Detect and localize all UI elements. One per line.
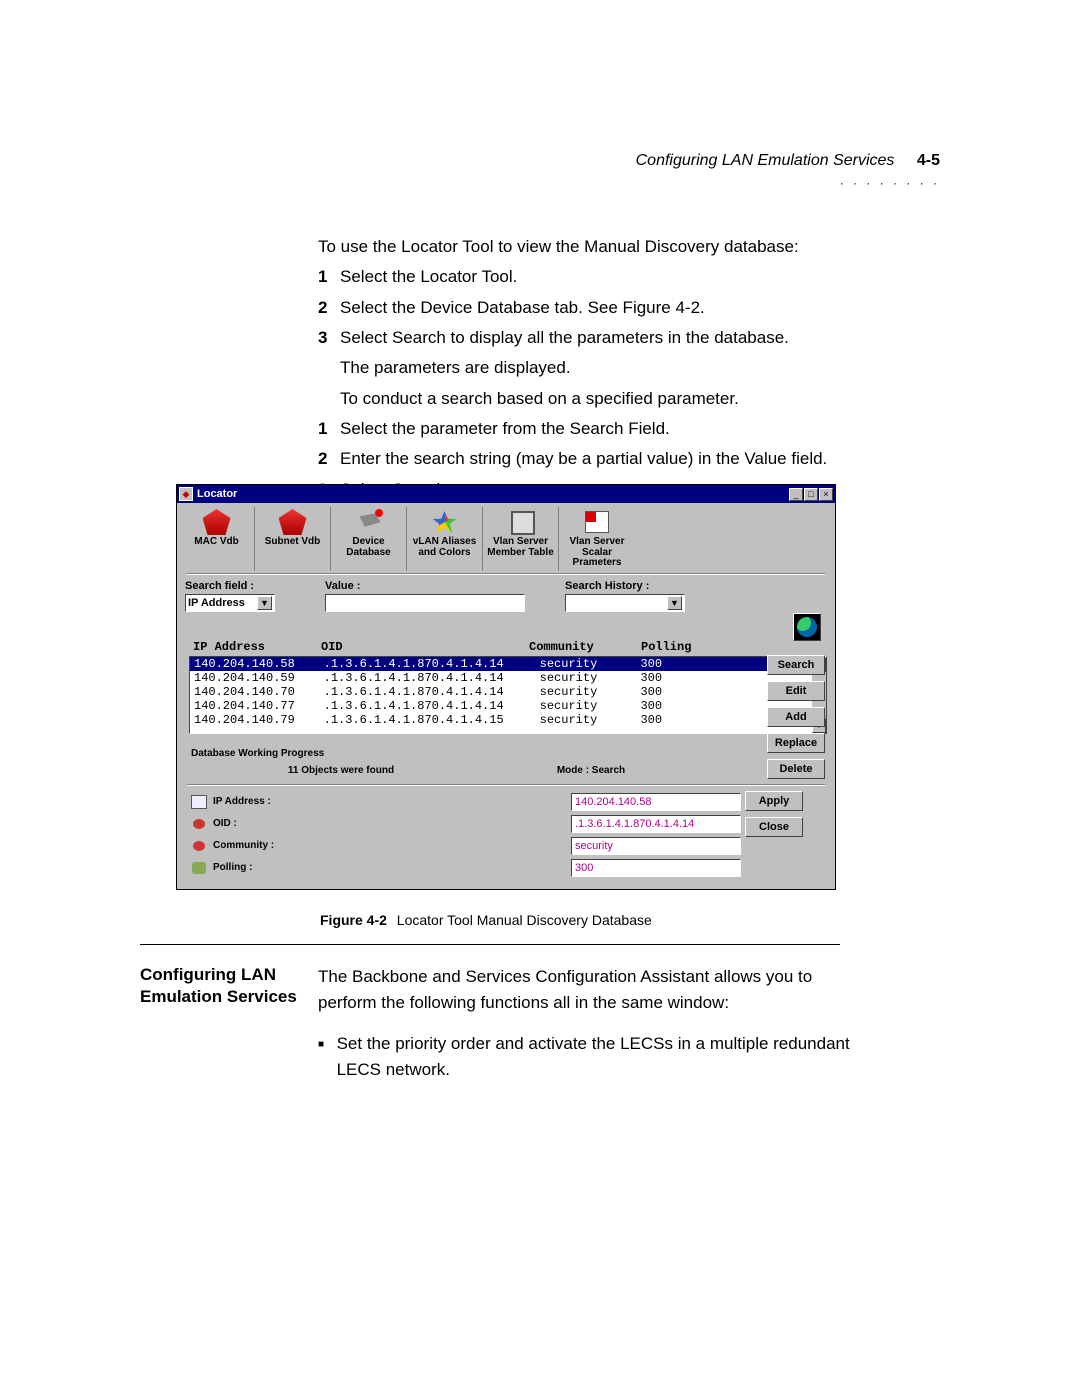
ip-value[interactable]: 140.204.140.58 bbox=[571, 793, 741, 811]
vlan-scalar-icon bbox=[583, 509, 611, 535]
mac-vdb-icon bbox=[203, 509, 231, 535]
polling-icon bbox=[191, 861, 207, 875]
titlebar[interactable]: ◆ Locator _ □ × bbox=[177, 485, 835, 503]
ip-icon bbox=[191, 795, 207, 809]
section-para: The Backbone and Services Configuration … bbox=[318, 964, 870, 1017]
tab-subnet-vdb[interactable]: Subnet Vdb bbox=[255, 507, 331, 571]
maximize-button[interactable]: □ bbox=[804, 488, 818, 501]
tab-vlan-member[interactable]: Vlan Server Member Table bbox=[483, 507, 559, 571]
subnet-vdb-icon bbox=[279, 509, 307, 535]
vlan-member-icon bbox=[507, 509, 535, 535]
running-header: Configuring LAN Emulation Services 4-5 bbox=[140, 152, 940, 170]
search-field-label: Search field : bbox=[185, 580, 305, 592]
bullet-item: Set the priority order and activate the … bbox=[318, 1031, 870, 1084]
polling-value[interactable]: 300 bbox=[571, 859, 741, 877]
locator-window: ◆ Locator _ □ × MAC Vdb Subnet Vdb Devic… bbox=[176, 484, 836, 890]
search-field-combo[interactable]: IP Address ▼ bbox=[185, 594, 275, 612]
value-label: Value : bbox=[325, 580, 535, 592]
oid-value[interactable]: .1.3.6.1.4.1.870.4.1.4.14 bbox=[571, 815, 741, 833]
section-divider bbox=[140, 944, 840, 945]
chapter-title: Configuring LAN Emulation Services bbox=[636, 152, 895, 169]
delete-button[interactable]: Delete bbox=[767, 759, 825, 779]
side-buttons: Search Edit Add Replace Delete bbox=[767, 655, 825, 779]
page-number: 4-5 bbox=[917, 152, 940, 169]
steps-a: 1Select the Locator Tool. 2Select the De… bbox=[318, 264, 940, 351]
search-row: Search field : IP Address ▼ Value : Sear… bbox=[177, 574, 835, 616]
apply-button[interactable]: Apply bbox=[745, 791, 803, 811]
close-button[interactable]: × bbox=[819, 488, 833, 501]
tab-vlan-scalar[interactable]: Vlan Server Scalar Prameters bbox=[559, 507, 635, 571]
figure-caption: Figure 4-2 Locator Tool Manual Discovery… bbox=[320, 912, 652, 928]
table-row[interactable]: 140.204.140.59 .1.3.6.1.4.1.870.4.1.4.14… bbox=[190, 671, 810, 685]
page-content: Configuring LAN Emulation Services 4-5 ·… bbox=[140, 152, 940, 507]
table-row[interactable]: 140.204.140.79 .1.3.6.1.4.1.870.4.1.4.15… bbox=[190, 713, 810, 727]
device-database-icon bbox=[355, 509, 383, 535]
window-title: Locator bbox=[197, 488, 789, 500]
database-working-progress-label: Database Working Progress bbox=[177, 734, 835, 761]
configuring-lan-section: Configuring LAN Emulation Services The B… bbox=[140, 964, 870, 1083]
mode-text: Mode : Search bbox=[491, 765, 691, 776]
app-icon: ◆ bbox=[179, 487, 193, 501]
add-button[interactable]: Add bbox=[767, 707, 825, 727]
toolbar: MAC Vdb Subnet Vdb Device Database vLAN … bbox=[177, 503, 835, 573]
vlan-aliases-icon bbox=[431, 509, 459, 535]
results-list[interactable]: 140.204.140.58 .1.3.6.1.4.1.870.4.1.4.14… bbox=[189, 656, 811, 734]
table-row[interactable]: 140.204.140.58 .1.3.6.1.4.1.870.4.1.4.14… bbox=[190, 657, 810, 671]
tab-vlan-aliases[interactable]: vLAN Aliases and Colors bbox=[407, 507, 483, 571]
community-value[interactable]: security bbox=[571, 837, 741, 855]
value-input[interactable] bbox=[325, 594, 525, 612]
detail-panel: IP Address : OID : Community : Polling :… bbox=[177, 785, 835, 889]
close-detail-button[interactable]: Close bbox=[745, 817, 803, 837]
community-icon bbox=[191, 839, 207, 853]
table-row[interactable]: 140.204.140.70 .1.3.6.1.4.1.870.4.1.4.14… bbox=[190, 685, 810, 699]
history-label: Search History : bbox=[565, 580, 695, 592]
bullet-icon bbox=[318, 1031, 337, 1084]
section-title: Configuring LAN Emulation Services bbox=[140, 964, 318, 1083]
search-button[interactable]: Search bbox=[767, 655, 825, 675]
globe-icon[interactable] bbox=[793, 613, 821, 641]
oid-icon bbox=[191, 817, 207, 831]
search-history-combo[interactable]: ▼ bbox=[565, 594, 685, 612]
chevron-down-icon[interactable]: ▼ bbox=[667, 596, 682, 610]
chevron-down-icon[interactable]: ▼ bbox=[257, 596, 272, 610]
tab-device-database[interactable]: Device Database bbox=[331, 507, 407, 571]
table-row[interactable]: 140.204.140.77 .1.3.6.1.4.1.870.4.1.4.14… bbox=[190, 699, 810, 713]
list-headers: IP Address OID Community Polling bbox=[177, 616, 835, 656]
intro-line: To use the Locator Tool to view the Manu… bbox=[318, 234, 940, 260]
tab-mac-vdb[interactable]: MAC Vdb bbox=[179, 507, 255, 571]
header-dots: · · · · · · · · bbox=[140, 176, 940, 190]
replace-button[interactable]: Replace bbox=[767, 733, 825, 753]
minimize-button[interactable]: _ bbox=[789, 488, 803, 501]
body-text: To use the Locator Tool to view the Manu… bbox=[318, 234, 940, 503]
edit-button[interactable]: Edit bbox=[767, 681, 825, 701]
objects-found-text: 11 Objects were found bbox=[191, 765, 491, 776]
